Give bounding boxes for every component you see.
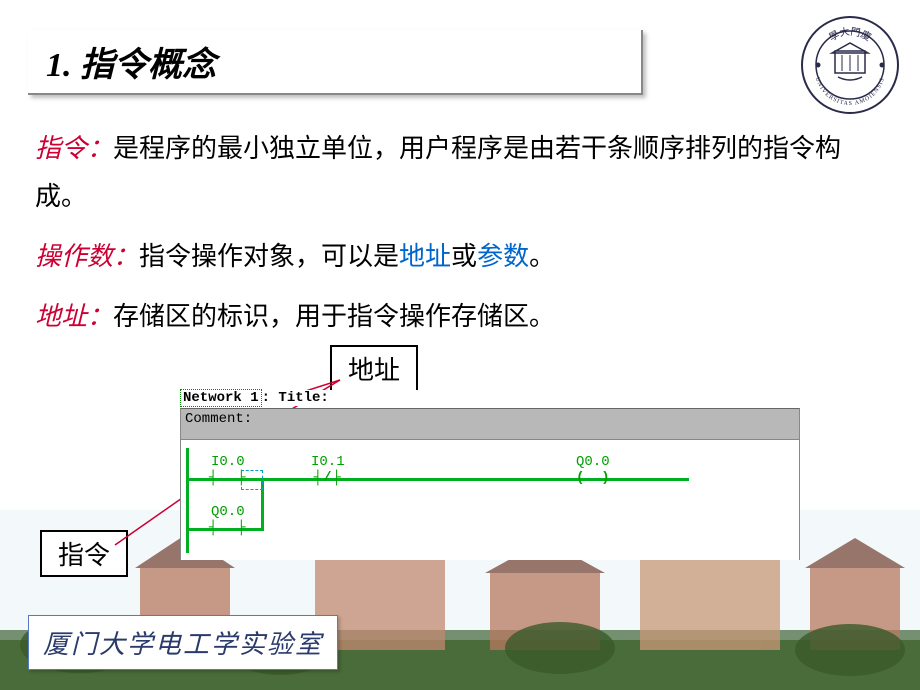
paragraph-address: 地址：存储区的标识，用于指令操作存储区。 xyxy=(35,293,880,341)
university-seal-logo: 學大門廈 UNIVERSITAS AMOIENSIS xyxy=(800,15,900,115)
paragraph-instruction: 指令：是程序的最小独立单位，用户程序是由若干条顺序排列的指令构成。 xyxy=(35,125,880,221)
term-address: 地址： xyxy=(35,302,113,331)
normally-closed-contact-icon: ┤/├ xyxy=(311,470,345,486)
comment-row: Comment: xyxy=(180,408,800,440)
output-coil-icon: ( ) xyxy=(576,470,610,486)
coil-Q0.0-label: Q0.0 xyxy=(576,454,610,470)
footer-attribution: 厦门大学电工学实验室 xyxy=(43,630,323,659)
contact-Q0.0-label: Q0.0 xyxy=(209,504,247,520)
def-operand-pre: 指令操作对象，可以是 xyxy=(139,242,399,271)
term-operand: 操作数： xyxy=(35,242,139,271)
left-power-rail xyxy=(186,448,189,553)
section-title: 1. 指令概念 xyxy=(46,37,216,86)
contact-Q0.0: Q0.0 ┤ ├ xyxy=(209,504,247,536)
contact-I0.1: I0.1 ┤/├ xyxy=(311,454,345,486)
ladder-diagram-figure: 地址 指令 Network 1: Title: Comment: I0.0 ┤ … xyxy=(40,345,840,605)
section-title-box: 1. 指令概念 xyxy=(28,30,643,95)
contact-I0.1-label: I0.1 xyxy=(311,454,345,470)
def-operand-mid: 或 xyxy=(451,242,477,271)
coil-Q0.0: Q0.0 ( ) xyxy=(576,454,610,486)
footer-attribution-box: 厦门大学电工学实验室 xyxy=(28,615,338,670)
network-title-suffix: : Title: xyxy=(262,390,329,406)
normally-open-contact-icon: ┤ ├ xyxy=(209,520,247,536)
network-label: Network 1 xyxy=(180,389,262,407)
content-area: 指令：是程序的最小独立单位，用户程序是由若干条顺序排列的指令构成。 操作数：指令… xyxy=(35,125,880,353)
term-instruction: 指令： xyxy=(35,134,113,163)
callout-instruction: 指令 xyxy=(40,530,128,577)
ladder-editor-panel: Network 1: Title: Comment: I0.0 ┤ ├ I0.1… xyxy=(180,390,800,560)
def-operand-end: 。 xyxy=(529,242,555,271)
rung-1-wire xyxy=(189,478,689,481)
def-address: 存储区的标识，用于指令操作存储区。 xyxy=(113,302,555,331)
def-instruction: 是程序的最小独立单位，用户程序是由若干条顺序排列的指令构成。 xyxy=(35,134,841,211)
paragraph-operand: 操作数：指令操作对象，可以是地址或参数。 xyxy=(35,233,880,281)
callout-address: 地址 xyxy=(330,345,418,392)
link-address: 地址 xyxy=(399,242,451,271)
link-parameter: 参数 xyxy=(477,242,529,271)
selection-cursor xyxy=(241,470,263,490)
ladder-rung-area: I0.0 ┤ ├ I0.1 ┤/├ Q0.0 ( ) Q0.0 ┤ ├ xyxy=(180,440,800,560)
network-header: Network 1: Title: xyxy=(180,390,800,406)
contact-I0.0-label: I0.0 xyxy=(209,454,247,470)
